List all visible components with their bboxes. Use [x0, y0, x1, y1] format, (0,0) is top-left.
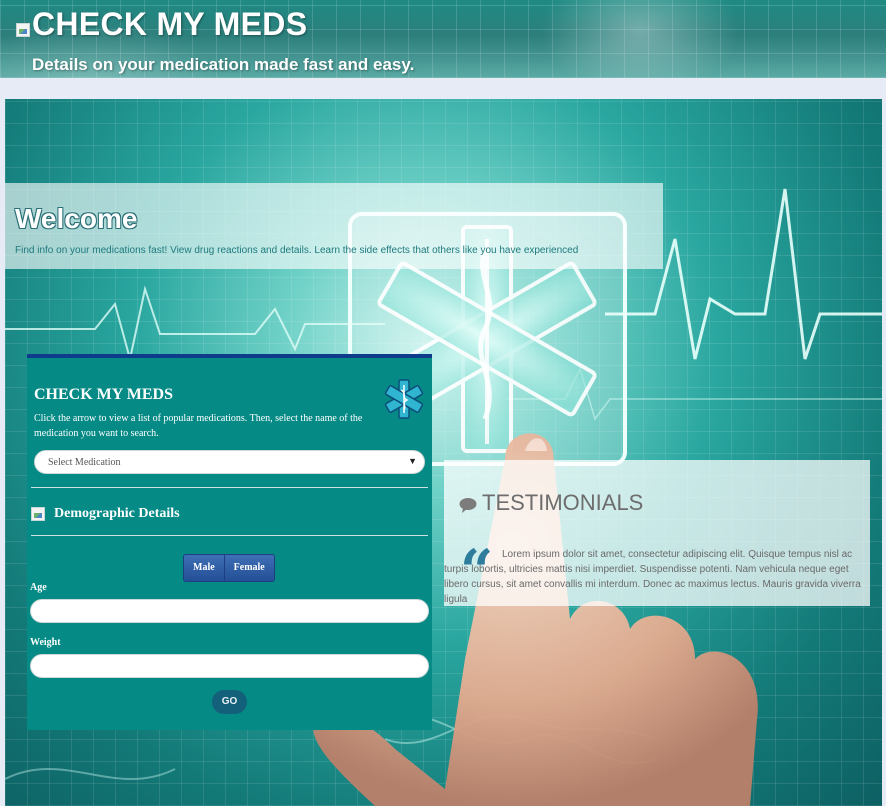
header-glow	[540, 0, 740, 78]
chevron-down-icon[interactable]: ▼	[408, 456, 417, 466]
broken-image-icon	[16, 23, 30, 37]
testimonial-text: Lorem ipsum dolor sit amet, consectetur …	[444, 549, 861, 605]
weight-label: Weight	[30, 637, 61, 648]
medication-select[interactable]: Select Medication ▼	[34, 450, 425, 474]
welcome-heading: Welcome	[15, 203, 138, 234]
demographics-title: Demographic Details	[54, 506, 180, 521]
medication-search-form: CHECK MY MEDS Click the arrow to view a …	[27, 354, 432, 730]
site-tagline: Details on your medication made fast and…	[32, 55, 415, 74]
broken-image-icon	[31, 507, 45, 521]
star-of-life-icon	[384, 379, 424, 419]
welcome-panel: Welcome Find info on your medications fa…	[5, 183, 663, 269]
form-instructions: Click the arrow to view a list of popula…	[34, 413, 363, 439]
site-title[interactable]: CHECK MY MEDS	[32, 6, 307, 43]
age-input[interactable]	[30, 599, 429, 623]
age-label: Age	[30, 582, 47, 593]
gender-toggle: Male Female	[183, 554, 275, 582]
gender-male-button[interactable]: Male	[184, 555, 224, 581]
form-title: CHECK MY MEDS	[34, 386, 173, 403]
gender-female-button[interactable]: Female	[223, 555, 274, 581]
weight-input[interactable]	[30, 654, 429, 678]
go-button[interactable]: GO	[212, 690, 247, 714]
testimonials-heading: TESTIMONIALS	[482, 490, 644, 515]
testimonials-panel: TESTIMONIALS “ Lorem ipsum dolor sit ame…	[444, 460, 870, 606]
site-header: CHECK MY MEDS Details on your medication…	[0, 0, 886, 78]
divider	[31, 487, 428, 488]
speech-bubble-icon	[459, 498, 477, 513]
divider	[31, 535, 428, 536]
medication-select-value: Select Medication	[48, 457, 121, 468]
welcome-text: Find info on your medications fast! View…	[15, 245, 579, 256]
